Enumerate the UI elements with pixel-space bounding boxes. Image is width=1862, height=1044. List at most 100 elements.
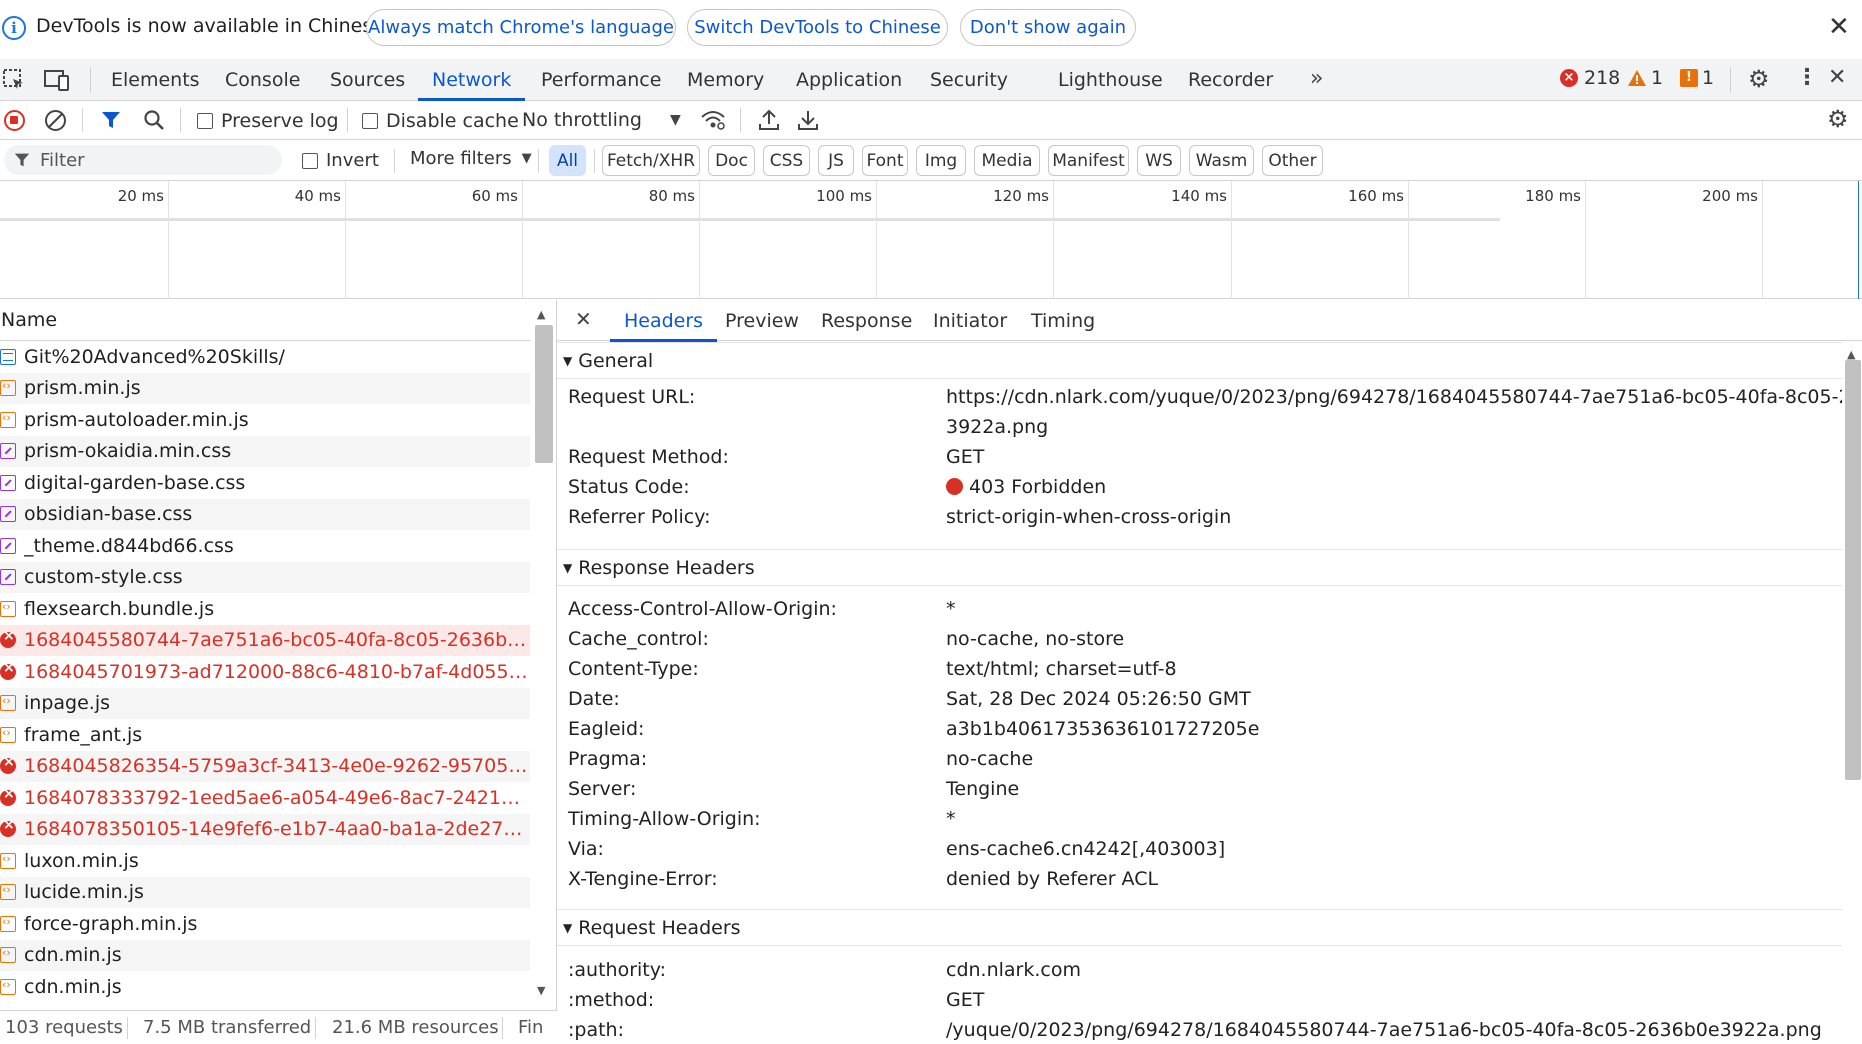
request-list-scroll-thumb[interactable] [535, 325, 553, 463]
issues-counter[interactable]: ! 1 [1680, 67, 1714, 89]
tab-sources[interactable]: Sources [330, 59, 405, 100]
tab-memory[interactable]: Memory [687, 59, 764, 100]
request-row[interactable]: 1684078333792-1eed5ae6-a054-49e6-8ac7-24… [0, 782, 530, 814]
response-headers-section-header[interactable]: ▼ Response Headers [557, 549, 1842, 586]
tab-initiator[interactable]: Initiator [933, 300, 1007, 341]
chip-js[interactable]: JS [818, 145, 854, 176]
clear-log-icon[interactable] [44, 109, 67, 137]
close-infobar-icon[interactable]: ✕ [1828, 14, 1850, 40]
header-key: X-Tengine-Error: [568, 868, 718, 890]
request-row[interactable]: _theme.d844bd66.css [0, 530, 530, 562]
request-row[interactable]: 1684078350105-14e9fef6-e1b7-4aa0-ba1a-2d… [0, 813, 530, 845]
tab-headers[interactable]: Headers [609, 300, 718, 342]
tab-performance[interactable]: Performance [541, 59, 661, 100]
request-row[interactable]: digital-garden-base.css [0, 467, 530, 499]
inspect-element-icon[interactable] [2, 68, 26, 97]
request-row[interactable]: force-graph.min.js [0, 908, 530, 940]
checkbox-box[interactable] [197, 113, 213, 129]
request-row[interactable]: cdn.min.js [0, 939, 530, 971]
network-settings-gear-icon[interactable]: ⚙ [1827, 107, 1849, 131]
more-tabs-icon[interactable]: » [1310, 68, 1323, 90]
request-row[interactable]: prism-okaidia.min.css [0, 435, 530, 467]
close-details-icon[interactable]: ✕ [575, 309, 592, 329]
details-scroll-thumb[interactable] [1845, 360, 1861, 780]
import-har-icon[interactable] [758, 108, 780, 137]
checkbox-box[interactable] [362, 113, 378, 129]
toolbar-divider [347, 108, 348, 132]
dont-show-again-button[interactable]: Don't show again [960, 9, 1136, 46]
settings-gear-icon[interactable]: ⚙ [1748, 67, 1770, 91]
chip-all[interactable]: All [549, 145, 586, 176]
more-filters-dropdown[interactable]: More filters ▼ [410, 148, 532, 169]
tab-preview[interactable]: Preview [725, 300, 799, 341]
header-key: Cache_control: [568, 628, 709, 650]
disable-cache-checkbox[interactable]: Disable cache [362, 110, 519, 132]
filter-input[interactable]: Filter [4, 145, 282, 175]
chip-ws[interactable]: WS [1137, 145, 1181, 176]
filter-funnel-icon[interactable] [101, 110, 121, 135]
tab-elements[interactable]: Elements [111, 59, 200, 100]
throttling-select[interactable]: No throttling ▼ [522, 109, 681, 131]
chip-css[interactable]: CSS [763, 145, 810, 176]
tab-console[interactable]: Console [225, 59, 300, 100]
chip-other[interactable]: Other [1262, 145, 1323, 176]
request-row[interactable]: frame_ant.js [0, 719, 530, 751]
tab-network[interactable]: Network [417, 59, 526, 101]
request-headers-section-header[interactable]: ▼ Request Headers [557, 909, 1842, 946]
switch-to-chinese-button[interactable]: Switch DevTools to Chinese [687, 9, 948, 46]
request-name: force-graph.min.js [24, 912, 198, 935]
name-column-header[interactable]: Name [0, 300, 530, 341]
request-row[interactable]: Git%20Advanced%20Skills/ [0, 341, 530, 373]
request-row[interactable]: 1684045826354-5759a3cf-3413-4e0e-9262-95… [0, 750, 530, 782]
export-har-icon[interactable] [797, 108, 819, 137]
chip-font[interactable]: Font [862, 145, 908, 176]
tab-timing[interactable]: Timing [1031, 300, 1095, 341]
tab-response[interactable]: Response [821, 300, 912, 341]
header-value: cdn.nlark.com [946, 959, 1081, 981]
tab-lighthouse[interactable]: Lighthouse [1058, 59, 1163, 100]
more-options-icon[interactable]: ⋮ [1796, 67, 1818, 89]
network-conditions-icon[interactable] [700, 109, 726, 136]
search-icon[interactable] [143, 109, 165, 136]
tab-security[interactable]: Security [930, 59, 1008, 100]
request-row[interactable]: lucide.min.js [0, 876, 530, 908]
invert-checkbox[interactable]: Invert [302, 150, 379, 171]
request-row[interactable]: prism-autoloader.min.js [0, 404, 530, 436]
request-row[interactable]: 1684045701973-ad712000-88c6-4810-b7af-4d… [0, 656, 530, 688]
general-section-header[interactable]: ▼ General [557, 342, 1842, 379]
chip-fetch-xhr[interactable]: Fetch/XHR [602, 145, 700, 176]
preserve-log-checkbox[interactable]: Preserve log [197, 110, 339, 132]
chip-media[interactable]: Media [974, 145, 1040, 176]
scroll-down-arrow-icon[interactable]: ▼ [537, 984, 545, 997]
request-row[interactable]: luxon.min.js [0, 845, 530, 877]
header-row: Request Method: GET [557, 443, 1842, 473]
chip-doc[interactable]: Doc [708, 145, 755, 176]
header-row: Content-Type: text/html; charset=utf-8 [557, 655, 1842, 685]
request-row[interactable]: custom-style.css [0, 561, 530, 593]
header-value: a3b1b40617353636101727205e [946, 718, 1260, 740]
checkbox-box[interactable] [302, 152, 318, 169]
chip-img[interactable]: Img [916, 145, 966, 176]
tab-recorder[interactable]: Recorder [1188, 59, 1273, 100]
request-row[interactable]: inpage.js [0, 687, 530, 719]
chip-wasm[interactable]: Wasm [1189, 145, 1254, 176]
tab-application[interactable]: Application [796, 59, 902, 100]
warning-counter[interactable]: 1 [1627, 67, 1663, 89]
scroll-up-arrow-icon[interactable]: ▲ [537, 308, 545, 321]
timeline-overview[interactable]: 20 ms 40 ms 60 ms 80 ms 100 ms 120 ms 14… [0, 181, 1862, 299]
record-stop-icon[interactable] [4, 110, 25, 131]
error-counter[interactable]: × 218 [1560, 67, 1620, 89]
chip-manifest[interactable]: Manifest [1048, 145, 1129, 176]
request-row[interactable]: cdn.min.js [0, 971, 530, 1003]
timeline-tick-label: 160 ms [1348, 187, 1404, 205]
device-toolbar-icon[interactable] [44, 69, 70, 96]
request-row[interactable]: prism.min.js [0, 372, 530, 404]
script-icon [0, 723, 16, 743]
close-devtools-icon[interactable]: ✕ [1828, 67, 1846, 89]
stylesheet-icon [0, 569, 16, 586]
header-row-continued: 3922a.png [557, 413, 1842, 443]
request-row[interactable]: 1684045580744-7ae751a6-bc05-40fa-8c05-26… [0, 624, 530, 656]
request-row[interactable]: obsidian-base.css [0, 498, 530, 530]
match-language-button[interactable]: Always match Chrome's language [366, 9, 676, 46]
request-row[interactable]: flexsearch.bundle.js [0, 593, 530, 625]
